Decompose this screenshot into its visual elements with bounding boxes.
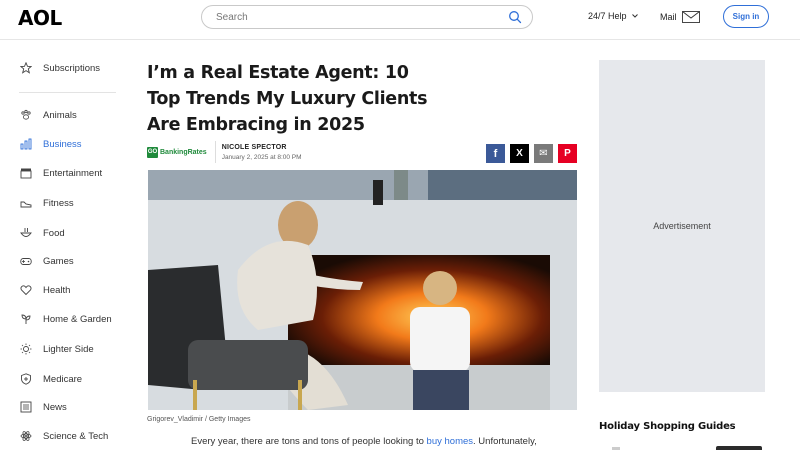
sidebar-item-label: Games [43, 255, 74, 267]
paw-icon [19, 108, 33, 122]
sidebar-item-food[interactable]: Food [19, 224, 65, 242]
author-name[interactable]: NICOLE SPECTOR [222, 144, 302, 151]
search-icon[interactable] [508, 10, 522, 24]
sidebar-item-label: Food [43, 227, 65, 239]
guide-thumbnail[interactable] [716, 446, 762, 450]
mail-label: Mail [660, 12, 677, 22]
sidebar-divider [19, 92, 116, 93]
help-label: 24/7 Help [588, 11, 627, 21]
x-icon: X [516, 148, 523, 159]
search-bar[interactable] [201, 5, 533, 29]
source-logo[interactable]: GO BankingRates [147, 146, 207, 158]
publish-date: January 2, 2025 at 8:00 PM [221, 153, 302, 161]
star-icon [19, 61, 33, 75]
sidebar-item-games[interactable]: Games [19, 252, 74, 270]
sidebar-item-label: Entertainment [43, 167, 103, 179]
sidebar-item-label: Lighter Side [43, 343, 94, 355]
sidebar-item-medicare[interactable]: Medicare [19, 370, 82, 388]
help-menu[interactable]: 24/7 Help [588, 11, 639, 21]
search-input[interactable] [216, 9, 496, 25]
source-name: BankingRates [160, 148, 207, 156]
image-caption: Grigorev_Vladimir / Getty Images [147, 416, 251, 423]
mail-icon [681, 11, 700, 23]
author-block: NICOLE SPECTOR January 2, 2025 at 8:00 P… [222, 144, 302, 161]
sidebar-item-label: Health [43, 284, 71, 296]
body-text-start: Every year, there are tons and tons of p… [191, 436, 427, 447]
heart-icon [19, 283, 33, 297]
article-body-paragraph: Every year, there are tons and tons of p… [191, 436, 537, 447]
holiday-guides-heading: Holiday Shopping Guides [599, 421, 736, 432]
sidebar-item-label: Science & Tech [43, 430, 109, 442]
sidebar-item-animals[interactable]: Animals [19, 106, 77, 124]
aol-logo[interactable]: AOL [18, 6, 62, 30]
sidebar-item-subscriptions[interactable]: Subscriptions [19, 59, 100, 77]
advertisement-slot[interactable]: Advertisement [599, 60, 765, 392]
shoe-icon [19, 196, 33, 210]
mail-link[interactable]: Mail [660, 11, 700, 23]
sidebar-item-lighter-side[interactable]: Lighter Side [19, 340, 94, 358]
sidebar-item-label: Subscriptions [43, 62, 101, 74]
sidebar-item-label: Fitness [43, 197, 74, 209]
body-text-end: . Unfortunately, [473, 436, 537, 447]
sidebar-item-label: Medicare [43, 373, 83, 385]
sidebar-item-entertainment[interactable]: Entertainment [19, 164, 102, 182]
sidebar-item-science-tech[interactable]: Science & Tech [19, 427, 108, 445]
pinterest-icon: P [564, 148, 571, 159]
sidebar-item-fitness[interactable]: Fitness [19, 194, 74, 212]
clapperboard-icon [19, 166, 33, 180]
sun-icon [19, 342, 33, 356]
gbr-logo-mark: GO [147, 146, 158, 158]
article-byline: GO BankingRates NICOLE SPECTOR January 2… [147, 140, 302, 164]
sidebar-item-health[interactable]: Health [19, 281, 70, 299]
atom-icon [19, 429, 33, 443]
x-share-button[interactable]: X [510, 144, 529, 163]
article-title: I’m a Real Estate Agent: 10 Top Trends M… [147, 63, 428, 135]
sidebar-nav: Subscriptions Animals Business Entertain… [0, 40, 125, 450]
facebook-icon: f [493, 147, 498, 160]
chart-icon [19, 137, 33, 151]
email-icon: ✉ [539, 148, 548, 159]
sidebar-item-label: Animals [43, 109, 77, 121]
sidebar-item-business[interactable]: Business [19, 135, 82, 153]
sidebar-item-label: Home & Garden [43, 313, 112, 325]
share-buttons: f X ✉ P [486, 144, 577, 163]
sidebar-item-label: News [43, 401, 67, 413]
buy-homes-link[interactable]: buy homes [427, 436, 473, 447]
gamepad-icon [19, 254, 33, 268]
hero-photo [148, 170, 577, 410]
sign-in-button[interactable]: Sign in [723, 5, 769, 28]
chevron-down-icon [631, 14, 638, 18]
ad-label: Advertisement [653, 221, 711, 231]
sidebar-item-label: Business [43, 138, 82, 150]
plant-icon [19, 312, 33, 326]
facebook-share-button[interactable]: f [486, 144, 505, 163]
bowl-icon [19, 226, 33, 240]
pinterest-share-button[interactable]: P [558, 144, 577, 163]
byline-divider [214, 141, 216, 163]
sidebar-item-news[interactable]: News [19, 398, 67, 416]
shield-plus-icon [19, 372, 33, 386]
email-share-button[interactable]: ✉ [534, 144, 553, 163]
newspaper-icon [19, 400, 33, 414]
top-header: AOL 24/7 Help Mail Sign in [0, 0, 800, 40]
article-hero-image[interactable] [148, 170, 577, 410]
sidebar-item-home-garden[interactable]: Home & Garden [19, 310, 112, 328]
